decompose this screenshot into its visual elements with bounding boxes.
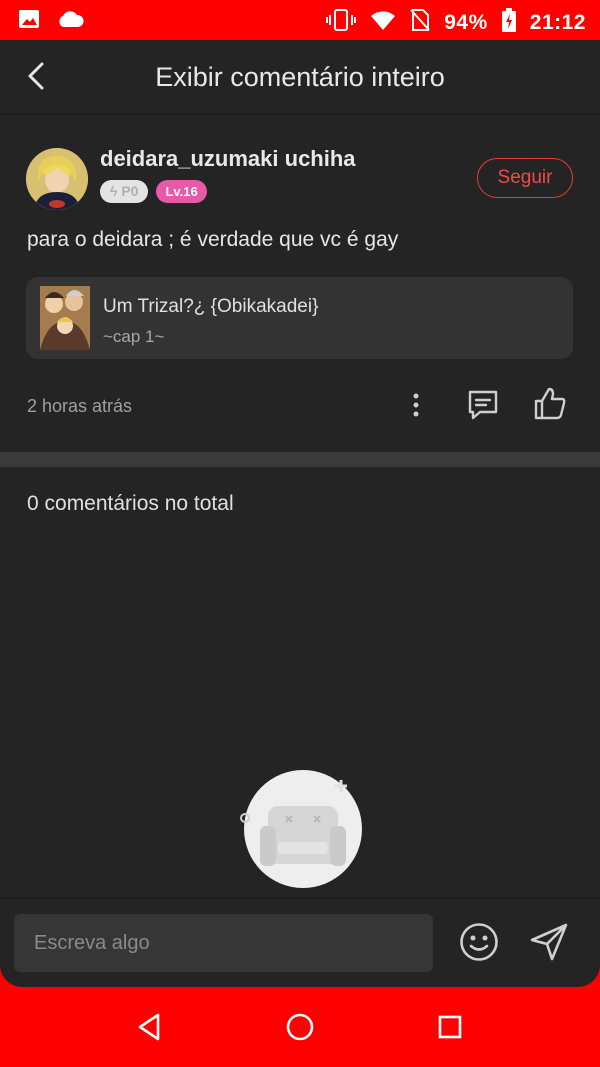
battery-percent: 94% (444, 11, 488, 34)
app-screen: Exibir comentário inteiro deidara_uzumak… (0, 40, 600, 987)
empty-state-illustration (238, 764, 368, 894)
vibrate-icon (326, 9, 357, 37)
level-badge: Lv.16 (156, 180, 207, 203)
user-badges: ϟ P0 Lv.16 (100, 180, 207, 203)
image-icon (18, 8, 40, 36)
status-bar: 94% 21:12 (0, 0, 600, 40)
comment-input[interactable] (14, 914, 433, 972)
timestamp: 2 horas atrás (27, 396, 133, 416)
system-nav-bar (0, 987, 600, 1067)
page-title: Exibir comentário inteiro (155, 62, 445, 92)
avatar[interactable] (26, 148, 88, 210)
wifi-icon (370, 10, 396, 36)
section-divider (0, 452, 600, 467)
top-app-bar: Exibir comentário inteiro (0, 40, 600, 115)
no-sim-icon (410, 9, 430, 37)
points-badge-label: P0 (121, 183, 139, 199)
more-options-icon[interactable] (404, 390, 428, 420)
comment-count: 0 comentários no total (27, 492, 234, 515)
follow-button[interactable]: Seguir (477, 158, 573, 198)
nav-home-icon[interactable] (284, 1011, 316, 1043)
send-icon[interactable] (528, 921, 570, 963)
story-card[interactable]: Um Trizal?¿ {Obikakadei} ~cap 1~ (26, 277, 573, 359)
cloud-icon (56, 9, 84, 35)
nav-back-icon[interactable] (134, 1011, 166, 1043)
nav-recents-icon[interactable] (434, 1011, 466, 1043)
comment-text: para o deidara ; é verdade que vc é gay (27, 228, 399, 251)
comment-composer (0, 898, 600, 987)
reply-icon[interactable] (466, 388, 500, 422)
emoji-icon[interactable] (459, 922, 499, 962)
thumbs-up-icon[interactable] (532, 386, 568, 422)
username[interactable]: deidara_uzumaki uchiha (100, 146, 356, 172)
story-cover-thumbnail (40, 286, 90, 350)
story-title: Um Trizal?¿ {Obikakadei} (103, 296, 319, 317)
battery-charging-icon (501, 8, 516, 38)
lightning-icon: ϟ (110, 183, 122, 199)
points-badge: ϟ P0 (100, 180, 149, 203)
clock: 21:12 (529, 11, 586, 34)
story-chapter: ~cap 1~ (103, 327, 165, 346)
